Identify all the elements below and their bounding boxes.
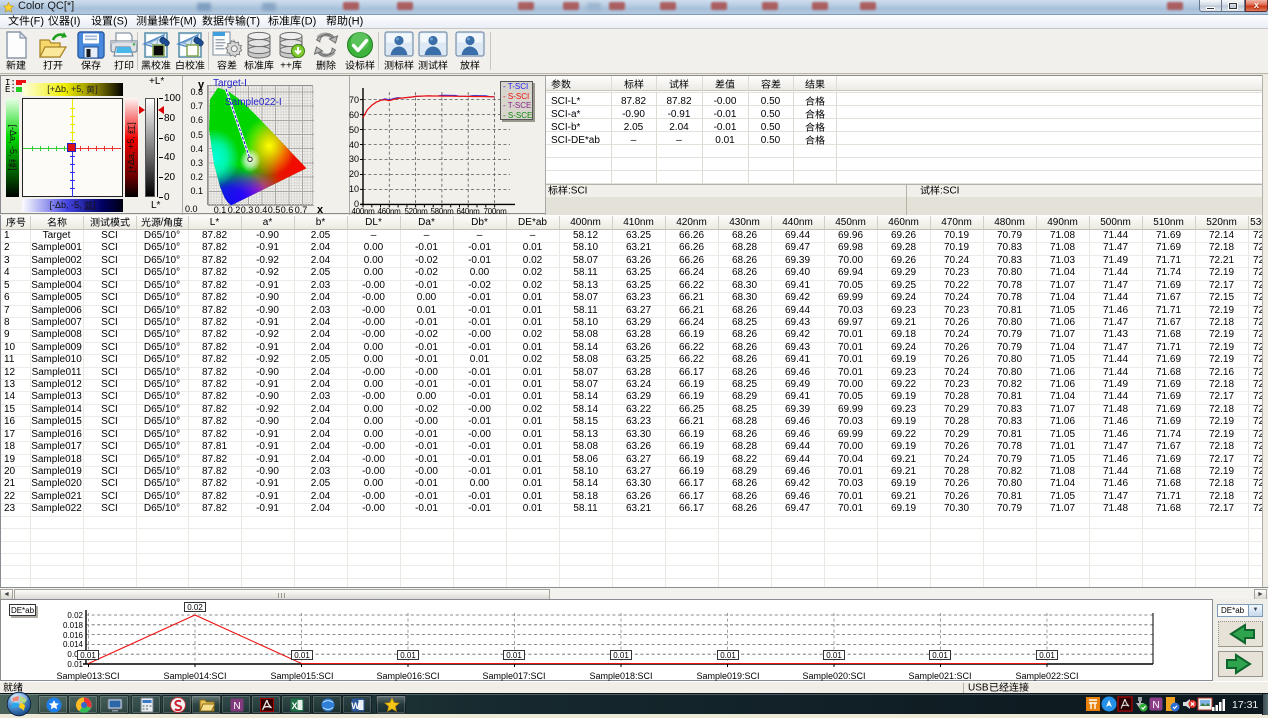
svg-text:X: X — [291, 701, 297, 711]
svg-text:N: N — [1152, 700, 1159, 711]
svg-text:N: N — [233, 701, 240, 712]
svg-text:W: W — [351, 701, 360, 711]
